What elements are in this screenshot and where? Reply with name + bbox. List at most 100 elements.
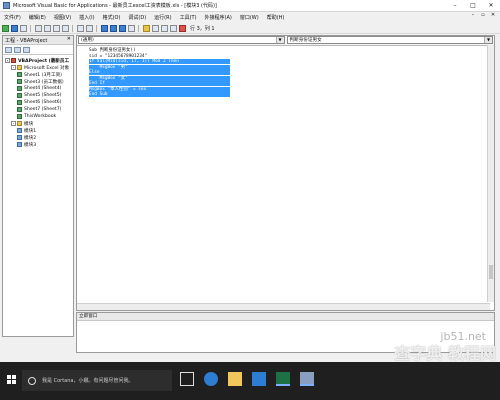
code-line[interactable]: Else [89, 70, 230, 75]
properties-icon[interactable] [152, 24, 159, 32]
mdi-minimize-icon[interactable]: – [468, 12, 478, 18]
tree-item-label: Sheet4 (Sheet4) [24, 86, 62, 91]
insert-module-icon[interactable] [11, 24, 18, 32]
project-explorer-title: 工程 - VBAProject [5, 37, 48, 44]
minimize-icon[interactable]: – [446, 0, 464, 11]
menu-debug[interactable]: 调试(D) [124, 14, 150, 21]
tree-item-label: Microsoft Excel 对象 [24, 65, 70, 71]
save-icon[interactable] [20, 24, 27, 32]
maximize-icon[interactable]: □ [464, 0, 482, 11]
redo-icon[interactable] [86, 24, 93, 32]
file-explorer-icon[interactable] [228, 372, 242, 386]
window-controls: – □ ✕ [446, 0, 500, 11]
code-line[interactable]: MsgBox "女" [89, 75, 230, 81]
copy-icon[interactable] [44, 24, 51, 32]
undo-icon[interactable] [77, 24, 84, 32]
close-icon[interactable]: ✕ [482, 0, 500, 11]
tree-expander-icon[interactable]: - [11, 65, 16, 70]
procedure-combo-value: 判断身份证男女 [289, 38, 322, 43]
folder-icon [17, 121, 22, 126]
toolbar-separator [96, 24, 97, 32]
menu-addins[interactable]: 外接程序(A) [201, 14, 236, 21]
tree-item[interactable]: 模块2 [3, 134, 73, 141]
vertical-scrollbar[interactable] [487, 45, 494, 302]
menu-window[interactable]: 窗口(W) [236, 14, 263, 21]
tree-item[interactable]: - 模块 [3, 120, 73, 127]
menu-run[interactable]: 运行(R) [150, 14, 175, 21]
task-view-icon[interactable] [180, 372, 194, 386]
tree-item[interactable]: Sheet5 (Sheet5) [3, 92, 73, 99]
tree-item-label: Sheet7 (Sheet7) [24, 107, 62, 112]
code-line[interactable]: End Sub [89, 92, 230, 97]
tree-item[interactable]: - VBAProject (最新员工 [3, 57, 73, 64]
tree-item[interactable]: Sheet7 (Sheet7) [3, 106, 73, 113]
cursor-position: 行 3，列 1 [190, 25, 215, 32]
horizontal-scrollbar[interactable] [77, 303, 490, 310]
tree-expander-icon[interactable]: - [5, 58, 10, 63]
paste-icon[interactable] [53, 24, 60, 32]
tree-item[interactable]: 模块3 [3, 141, 73, 148]
view-excel-icon[interactable] [2, 24, 9, 32]
reset-icon[interactable] [119, 24, 126, 32]
project-explorer: 工程 - VBAProject ✕ - VBAProject (最新员工 - Micr… [2, 35, 74, 337]
windows-start-icon[interactable] [7, 375, 17, 385]
module-icon [17, 142, 22, 147]
chevron-down-icon[interactable]: ▼ [484, 37, 492, 43]
run-icon[interactable] [101, 24, 108, 32]
procedure-combo[interactable]: 判断身份证男女 ▼ [286, 36, 493, 44]
menu-insert[interactable]: 插入(I) [75, 14, 98, 21]
tree-expander-icon[interactable]: - [11, 121, 16, 126]
break-icon[interactable] [110, 24, 117, 32]
sheet-icon [17, 107, 22, 112]
folder-icon [17, 65, 22, 70]
object-browser-icon[interactable] [161, 24, 168, 32]
tree-item[interactable]: - Microsoft Excel 对象 [3, 64, 73, 71]
search-placeholder: 我是 Cortana，小娜。有问题尽管问我。 [42, 378, 134, 384]
code-editor[interactable]: Sub 判断身份证男女() sid = "12345678901234" If Va… [77, 46, 494, 303]
code-window: (通用) ▼ 判断身份证男女 ▼ Sub 判断身份证男女() sid = "123… [76, 35, 495, 311]
close-icon[interactable]: ✕ [67, 36, 71, 42]
chevron-down-icon[interactable]: ▼ [275, 37, 284, 43]
scrollbar-thumb[interactable] [489, 265, 493, 279]
code-line[interactable]: MsgBox "男" [89, 64, 230, 70]
code-line[interactable]: If Val(Mid(sid, 17, 1)) Mod 2 Then [89, 59, 230, 64]
cortana-search-box[interactable]: 我是 Cortana，小娜。有问题尽管问我。 [22, 370, 172, 391]
object-combo[interactable]: (通用) ▼ [78, 36, 285, 44]
toggle-folders-icon[interactable] [23, 46, 30, 53]
menu-help[interactable]: 帮助(H) [263, 14, 289, 21]
tree-item[interactable]: Sheet4 (Sheet4) [3, 85, 73, 92]
excel-icon[interactable] [276, 372, 290, 386]
tree-item[interactable]: ThisWorkbook [3, 113, 73, 120]
menu-tools[interactable]: 工具(T) [176, 14, 201, 21]
design-mode-icon[interactable] [128, 24, 135, 32]
code-line[interactable]: sid = "12345678901234" [89, 54, 147, 59]
code-line[interactable]: MsgBox "本人性别" = sex [89, 86, 230, 92]
code-line[interactable]: End If [89, 81, 230, 86]
help-icon[interactable] [179, 24, 186, 32]
menu-file[interactable]: 文件(F) [0, 14, 25, 21]
edge-browser-icon[interactable] [204, 372, 218, 386]
tree-item-label: Sheet5 (Sheet5) [24, 93, 62, 98]
vba-editor-icon[interactable] [300, 372, 314, 386]
tree-item[interactable]: Sheet6 (Sheet6) [3, 99, 73, 106]
standard-toolbar: 行 3，列 1 [0, 23, 500, 34]
find-icon[interactable] [62, 24, 69, 32]
tree-item[interactable]: 模块1 [3, 127, 73, 134]
menu-format[interactable]: 格式(O) [99, 14, 125, 21]
tree-item-label: 模块1 [24, 128, 37, 134]
tree-item[interactable]: Sheet1 (3月工资) [3, 71, 73, 78]
menu-edit[interactable]: 编辑(E) [25, 14, 50, 21]
view-object-icon[interactable] [14, 46, 21, 53]
tree-item[interactable]: Sheet3 (员工数据) [3, 78, 73, 85]
mdi-restore-icon[interactable]: ▫ [478, 12, 488, 18]
project-explorer-icon[interactable] [143, 24, 150, 32]
code-line[interactable]: Sub 判断身份证男女() [89, 48, 136, 53]
store-icon[interactable] [252, 372, 266, 386]
module-icon [17, 135, 22, 140]
toolbox-icon[interactable] [170, 24, 177, 32]
view-code-icon[interactable] [5, 46, 12, 53]
mdi-close-icon[interactable]: ✕ [488, 12, 498, 18]
tree-item-label: Sheet6 (Sheet6) [24, 100, 62, 105]
cut-icon[interactable] [35, 24, 42, 32]
menu-view[interactable]: 视图(V) [50, 14, 75, 21]
